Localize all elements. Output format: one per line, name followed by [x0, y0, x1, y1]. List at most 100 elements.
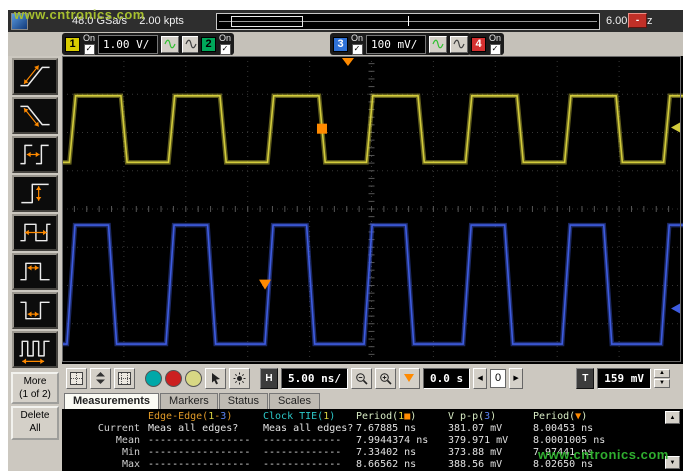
sidebar-positive-width-button[interactable] — [12, 253, 58, 290]
tab-markers[interactable]: Markers — [160, 393, 218, 409]
zoom-out-button[interactable] — [351, 368, 372, 389]
grid-icon — [70, 372, 83, 385]
measurement-value: 7.9944374 ns — [356, 435, 448, 446]
sidebar-negative-width-button[interactable] — [12, 292, 58, 329]
delete-all-button[interactable]: Delete All — [11, 406, 59, 440]
delay-step-display: 0 — [490, 369, 506, 388]
channel-1-group: 1On✓1.00 V/ — [62, 33, 203, 55]
fall-time-icon — [15, 100, 55, 131]
delay-increment-button[interactable]: ▶ — [509, 368, 523, 389]
channel-3-bandwidth-button[interactable] — [450, 36, 468, 53]
channel-3-waveform-button[interactable] — [429, 36, 447, 53]
measurement-row-min: Min------------------------------7.33402… — [62, 446, 662, 458]
channel-4-button[interactable]: 4 — [471, 37, 486, 52]
sine-wave-icon — [185, 39, 197, 49]
horizontal-key-button[interactable]: H — [260, 368, 278, 389]
marker-color-yellow-button[interactable] — [185, 370, 202, 387]
channel-2-on-checkbox[interactable]: ✓ — [220, 44, 231, 55]
channel-1-on-checkbox[interactable]: ✓ — [84, 44, 95, 55]
sidebar: More (1 of 2) Delete All — [8, 56, 62, 471]
positive-width-icon — [15, 256, 55, 287]
measurement-title-1[interactable]: Edge-Edge(1-3) — [148, 411, 263, 422]
channel-bar: 1On✓1.00 V/2On✓3On✓100 mV/4On✓ — [8, 32, 683, 56]
measurements-scrollbar[interactable]: ▲ ▼ — [665, 411, 680, 469]
scrollbar-up-button[interactable]: ▲ — [665, 411, 680, 424]
delete-all-label-2: All — [29, 423, 40, 436]
display-options-button[interactable] — [114, 368, 135, 389]
trigger-key-button[interactable]: T — [576, 368, 594, 389]
grid-display-button[interactable] — [66, 368, 87, 389]
trigger-level-spinner: ▲ ▼ — [654, 369, 670, 388]
measurement-row-label: Min — [62, 447, 148, 458]
timebase-overview-bar[interactable] — [216, 13, 600, 30]
edge-edge-icon — [15, 139, 55, 170]
measurement-value: 7.97441 ns — [533, 447, 643, 458]
sidebar-edge-edge-button[interactable] — [12, 136, 58, 173]
marker-color-red-button[interactable] — [165, 370, 182, 387]
trigger-position-button[interactable] — [399, 368, 420, 389]
pointer-icon — [210, 372, 222, 385]
overview-center-tick — [408, 16, 409, 26]
measurement-value: 381.07 mV — [448, 423, 533, 434]
title-bar: 48.0 GSa/s 2.00 kpts 6.00 GHz - — [8, 10, 683, 32]
overview-zoom-window[interactable] — [231, 16, 303, 27]
sidebar-fall-time-button[interactable] — [12, 97, 58, 134]
channel-3-scale-display[interactable]: 100 mV/ — [366, 35, 426, 54]
trigger-level-display[interactable]: 159 mV — [597, 368, 651, 389]
period-icon — [15, 217, 55, 248]
zoom-in-button[interactable] — [375, 368, 396, 389]
measurement-square-marker — [317, 124, 327, 134]
waveform-position-button[interactable] — [90, 368, 111, 389]
sidebar-frequency-button[interactable] — [12, 331, 58, 368]
measurement-value: 8.00453 ns — [533, 423, 643, 434]
waveform-display[interactable] — [62, 56, 683, 364]
timebase-display[interactable]: 5.00 ns/ — [281, 368, 348, 389]
magnifier-minus-icon — [355, 372, 368, 385]
tab-status[interactable]: Status — [219, 393, 268, 409]
up-down-arrows-icon — [95, 371, 106, 385]
measurement-value: 8.66562 ns — [356, 459, 448, 470]
measurement-title-3[interactable]: Period(1■) — [356, 411, 448, 422]
measurement-value: 388.56 mV — [448, 459, 533, 470]
pointer-tool-button[interactable] — [205, 368, 226, 389]
sidebar-rise-time-button[interactable] — [12, 58, 58, 95]
sine-wave-icon — [164, 39, 176, 49]
minimize-button[interactable]: - — [628, 13, 647, 28]
measurement-title-2[interactable]: Clock TIE(1) — [263, 411, 356, 422]
delay-display[interactable]: 0.0 s — [423, 368, 470, 389]
measurements-header-row: Edge-Edge(1-3)Clock TIE(1)Period(1■)V p-… — [62, 410, 662, 422]
delay-decrement-button[interactable]: ◀ — [473, 368, 487, 389]
trigger-level-up-button[interactable]: ▲ — [654, 369, 670, 378]
sidebar-period-button[interactable] — [12, 214, 58, 251]
channel-1-button[interactable]: 1 — [65, 37, 80, 52]
measurements-panel: Edge-Edge(1-3)Clock TIE(1)Period(1■)V p-… — [62, 409, 683, 471]
tab-measurements[interactable]: Measurements — [64, 393, 159, 409]
tab-scales[interactable]: Scales — [269, 393, 320, 409]
channel-4-on-checkbox[interactable]: ✓ — [490, 44, 501, 55]
channel-3-button[interactable]: 3 — [333, 37, 348, 52]
channel-2-button[interactable]: 2 — [201, 37, 216, 52]
oscilloscope-app: 48.0 GSa/s 2.00 kpts 6.00 GHz - 1On✓1.00… — [8, 10, 683, 471]
channel-1-waveform-button[interactable] — [161, 36, 179, 53]
trigger-level-down-button[interactable]: ▼ — [654, 379, 670, 388]
measurement-value: 7.33402 ns — [356, 447, 448, 458]
measurement-title-4[interactable]: V p-p(3) — [448, 411, 533, 422]
channel-1-scale-display[interactable]: 1.00 V/ — [98, 35, 158, 54]
sidebar-transition-button[interactable] — [12, 175, 58, 212]
scrollbar-down-button[interactable]: ▼ — [665, 456, 680, 469]
measurement-value: ------------- — [263, 447, 356, 458]
negative-width-icon — [15, 295, 55, 326]
brightness-button[interactable] — [229, 368, 250, 389]
measurement-value: 8.0001005 ns — [533, 435, 643, 446]
measurement-title-5[interactable]: Period(▼) — [533, 411, 643, 422]
measurement-value: ----------------- — [148, 435, 263, 446]
marker-color-cyan-button[interactable] — [145, 370, 162, 387]
transition-icon — [15, 178, 55, 209]
more-button[interactable]: More (1 of 2) — [11, 372, 59, 404]
measurement-value: 8.02650 ns — [533, 459, 643, 470]
channel-3-on-checkbox[interactable]: ✓ — [352, 44, 363, 55]
rise-time-icon — [15, 61, 55, 92]
measurements-table: Edge-Edge(1-3)Clock TIE(1)Period(1■)V p-… — [62, 410, 662, 470]
more-button-page: (1 of 2) — [19, 389, 51, 402]
channel-2-group: 2On✓ — [198, 33, 234, 55]
